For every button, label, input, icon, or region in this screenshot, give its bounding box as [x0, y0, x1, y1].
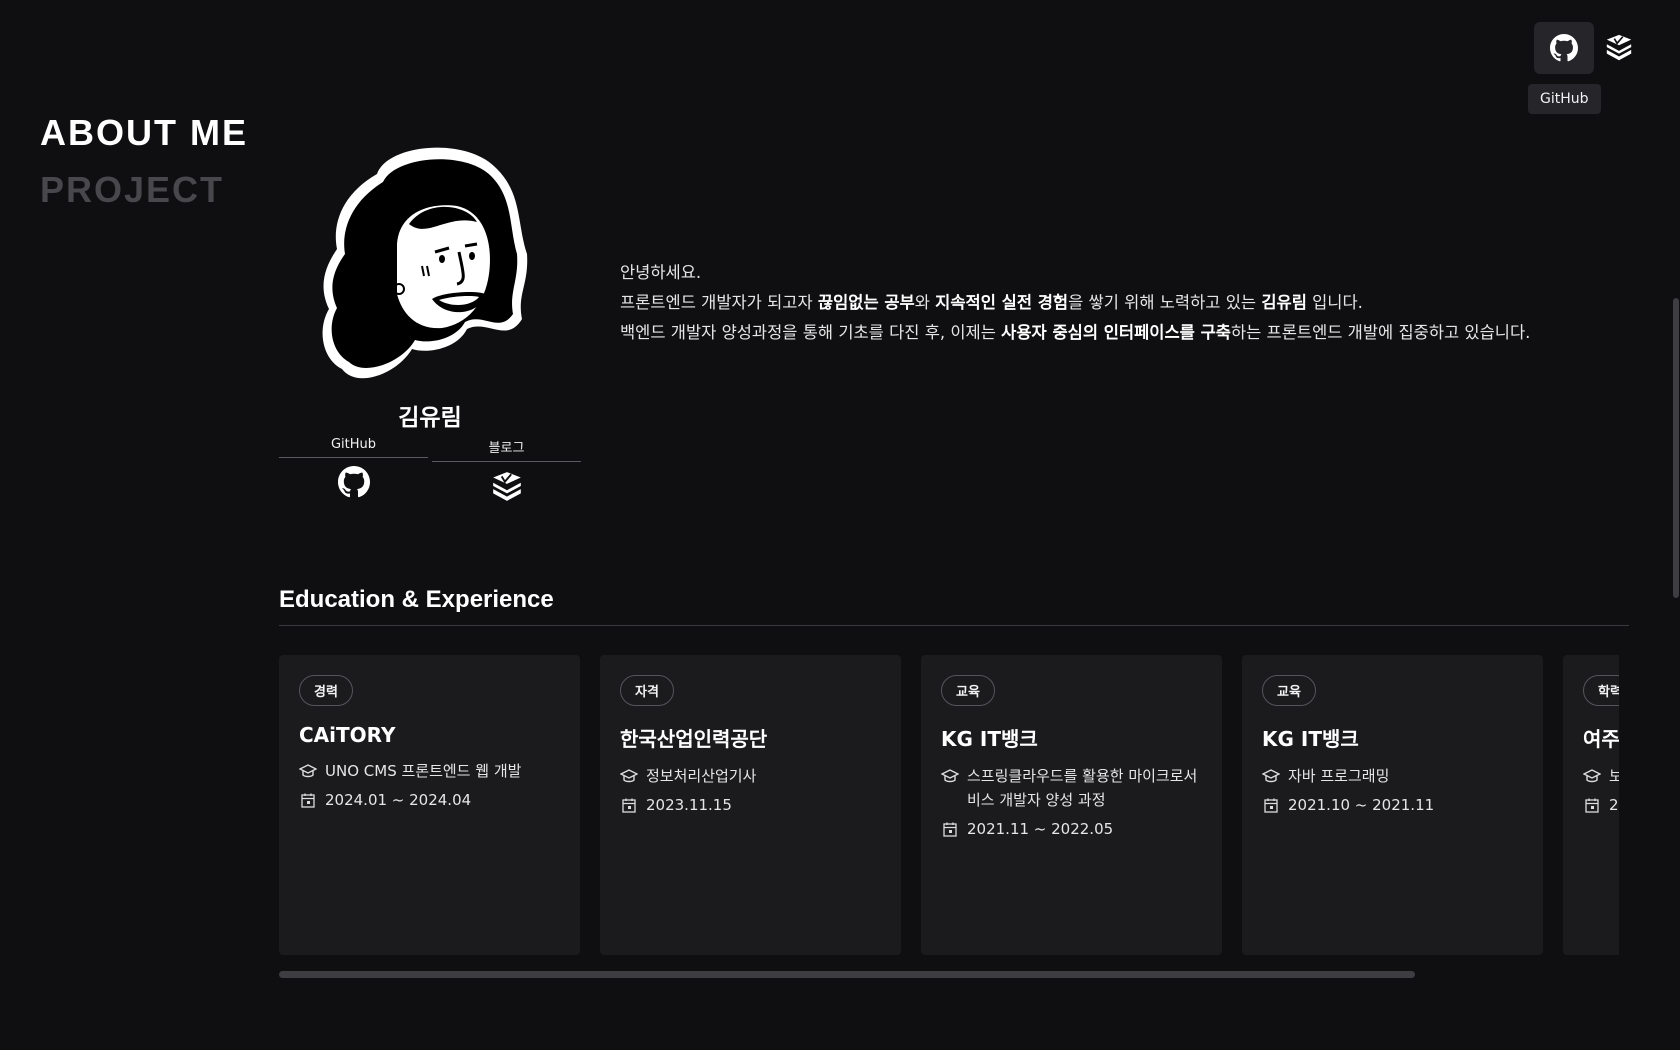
top-blog-button[interactable]: [1596, 22, 1642, 74]
card-description: UNO CMS 프론트엔드 웹 개발: [325, 762, 522, 780]
nav-about-me[interactable]: ABOUT ME: [40, 104, 248, 161]
profile-links: GitHub 블로그: [279, 437, 581, 504]
card-description: 자바 프로그래밍: [1288, 767, 1390, 785]
graduation-cap-icon: [1262, 764, 1280, 788]
section-title: Education & Experience: [279, 586, 554, 613]
card-description: 정보처리산업기사: [646, 767, 757, 785]
card-date: 20: [1609, 796, 1619, 814]
calendar-icon: [941, 817, 959, 841]
section-divider: [279, 625, 1629, 626]
profile-name: 김유림: [398, 405, 462, 431]
experience-card: 교육 KG IT뱅크스프링클라우드를 활용한 마이크로서비스 개발자 양성 과정 2…: [921, 655, 1222, 955]
category-badge: 경력: [299, 675, 353, 706]
graduation-cap-icon: [620, 764, 638, 788]
calendar-icon: [1262, 793, 1280, 817]
category-badge: 교육: [941, 675, 995, 706]
calendar-icon: [1583, 793, 1601, 817]
graduation-cap-icon: [299, 759, 317, 783]
card-date: 2024.01 ~ 2024.04: [325, 791, 472, 809]
card-title: 한국산업인력공단: [620, 727, 768, 751]
card-description: 보: [1609, 767, 1619, 785]
top-links: [1534, 22, 1642, 74]
github-link[interactable]: GitHub: [279, 437, 428, 504]
github-icon: [1550, 34, 1578, 62]
side-nav: ABOUT ME PROJECT: [40, 104, 248, 218]
graduation-cap-icon: [1583, 764, 1601, 788]
card-date: 2021.10 ~ 2021.11: [1288, 796, 1435, 814]
experience-card: 교육 KG IT뱅크자바 프로그래밍 2021.10 ~ 2021.11: [1242, 655, 1543, 955]
intro-text: 안녕하세요. 프론트엔드 개발자가 되고자 끊임없는 공부와 지속적인 실전 경…: [620, 258, 1530, 348]
intro-line-1: 안녕하세요.: [620, 263, 702, 282]
blog-link[interactable]: 블로그: [432, 437, 581, 504]
card-title: KG IT뱅크: [1262, 727, 1359, 751]
category-badge: 자격: [620, 675, 674, 706]
card-date: 2021.11 ~ 2022.05: [967, 820, 1114, 838]
blog-link-label: 블로그: [432, 437, 581, 462]
experience-carousel[interactable]: 경력 CAiTORY UNO CMS 프론트엔드 웹 개발 2024.01 ~ 202…: [279, 655, 1619, 955]
github-tooltip: GitHub: [1528, 84, 1601, 114]
card-title: KG IT뱅크: [941, 727, 1038, 751]
horizontal-scrollbar[interactable]: [279, 971, 1415, 978]
category-badge: 학력: [1583, 675, 1619, 706]
intro-line-3: 백엔드 개발자 양성과정을 통해 기초를 다진 후, 이제는 사용자 중심의 인…: [620, 323, 1531, 342]
top-github-button[interactable]: [1534, 22, 1594, 74]
card-title: CAiTORY: [299, 723, 396, 747]
card-title: 여주대: [1583, 727, 1619, 751]
category-badge: 교육: [1262, 675, 1316, 706]
velog-icon: [1606, 34, 1632, 61]
avatar: [322, 147, 528, 379]
experience-card: 경력 CAiTORY UNO CMS 프론트엔드 웹 개발 2024.01 ~ 202…: [279, 655, 580, 955]
experience-card: 학력여주대보 20: [1563, 655, 1619, 955]
calendar-icon: [620, 793, 638, 817]
calendar-icon: [299, 788, 317, 812]
velog-icon: [492, 472, 521, 501]
intro-line-2: 프론트엔드 개발자가 되고자 끊임없는 공부와 지속적인 실전 경험을 쌓기 위…: [620, 293, 1363, 312]
github-link-label: GitHub: [279, 437, 428, 458]
graduation-cap-icon: [941, 764, 959, 788]
card-date: 2023.11.15: [646, 796, 732, 814]
nav-project[interactable]: PROJECT: [40, 161, 248, 218]
github-icon: [337, 466, 370, 498]
experience-card: 자격한국산업인력공단정보처리산업기사 2023.11.15: [600, 655, 901, 955]
vertical-scrollbar[interactable]: [1673, 298, 1679, 598]
card-description: 스프링클라우드를 활용한 마이크로서비스 개발자 양성 과정: [967, 767, 1198, 809]
